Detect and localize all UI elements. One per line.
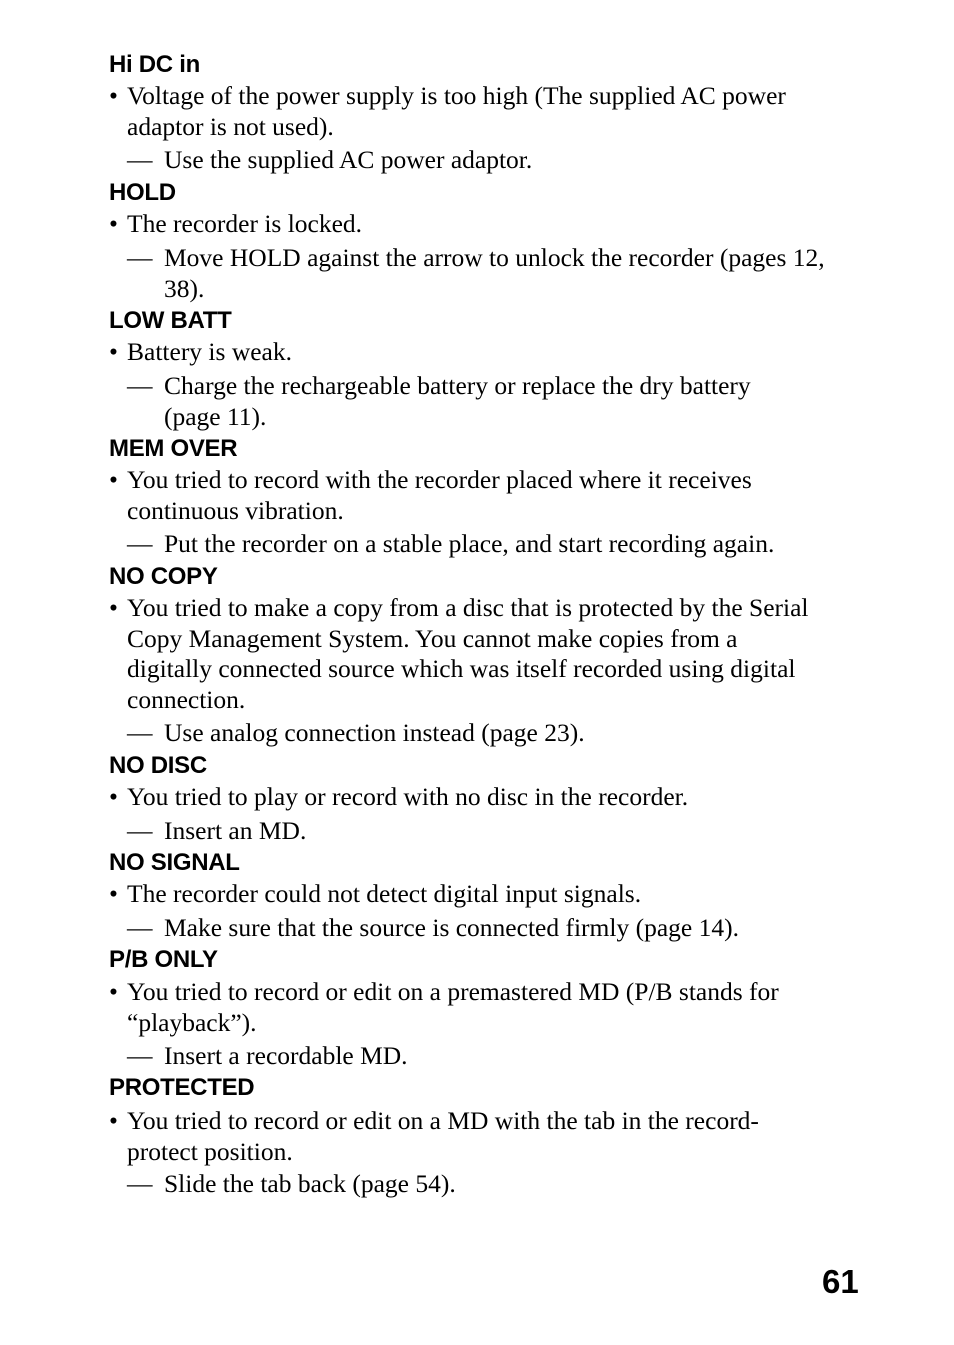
cause-text: You tried to play or record with no disc… bbox=[127, 782, 689, 811]
entry-heading-protected: PROTECTED bbox=[109, 1074, 255, 1101]
entry-cause: • You tried to record or edit on a prema… bbox=[109, 977, 869, 1038]
entry-cause: • You tried to play or record with no di… bbox=[109, 782, 869, 813]
cause-text: You tried to make a copy from a disc tha… bbox=[127, 593, 809, 714]
bullet-icon: • bbox=[109, 977, 118, 1006]
remedy-text: Use analog connection instead (page 23). bbox=[164, 718, 585, 747]
bullet-icon: • bbox=[109, 465, 118, 494]
entry-remedy: — Move HOLD against the arrow to unlock … bbox=[127, 243, 867, 304]
entry-cause: • The recorder could not detect digital … bbox=[109, 879, 869, 910]
remedy-text: Insert an MD. bbox=[164, 816, 307, 845]
remedy-text: Charge the rechargeable battery or repla… bbox=[164, 371, 751, 431]
entry-heading-hi-dc-in: Hi DC in bbox=[109, 51, 200, 78]
page-number: 61 bbox=[822, 1263, 859, 1300]
cause-text: The recorder could not detect digital in… bbox=[127, 879, 642, 908]
entry-remedy: — Make sure that the source is connected… bbox=[127, 913, 867, 944]
em-dash-icon: — bbox=[127, 243, 153, 272]
entry-cause: • The recorder is locked. bbox=[109, 209, 869, 240]
cause-text: The recorder is locked. bbox=[127, 209, 363, 238]
em-dash-icon: — bbox=[127, 816, 153, 845]
em-dash-icon: — bbox=[127, 1169, 153, 1198]
em-dash-icon: — bbox=[127, 145, 153, 174]
entry-remedy: — Use analog connection instead (page 23… bbox=[127, 718, 867, 749]
entry-cause: • You tried to record with the recorder … bbox=[109, 465, 869, 526]
entry-cause: • Voltage of the power supply is too hig… bbox=[109, 81, 869, 142]
remedy-text: Put the recorder on a stable place, and … bbox=[164, 529, 775, 558]
manual-page: Hi DC in • Voltage of the power supply i… bbox=[0, 0, 954, 1345]
cause-text: You tried to record with the recorder pl… bbox=[127, 465, 752, 525]
bullet-icon: • bbox=[109, 782, 118, 811]
em-dash-icon: — bbox=[127, 718, 153, 747]
entry-remedy: — Slide the tab back (page 54). bbox=[127, 1169, 867, 1200]
bullet-icon: • bbox=[109, 209, 118, 238]
bullet-icon: • bbox=[109, 879, 118, 908]
bullet-icon: • bbox=[109, 593, 118, 622]
remedy-text: Move HOLD against the arrow to unlock th… bbox=[164, 243, 825, 303]
cause-text: You tried to record or edit on a premast… bbox=[127, 977, 779, 1037]
remedy-text: Make sure that the source is connected f… bbox=[164, 913, 739, 942]
entry-remedy: — Insert a recordable MD. bbox=[127, 1041, 867, 1072]
entry-cause: • You tried to make a copy from a disc t… bbox=[109, 593, 869, 715]
entry-heading-hold: HOLD bbox=[109, 179, 176, 206]
entry-remedy: — Put the recorder on a stable place, an… bbox=[127, 529, 867, 560]
entry-heading-no-copy: NO COPY bbox=[109, 563, 218, 590]
entry-heading-pb-only: P/B ONLY bbox=[109, 946, 218, 973]
em-dash-icon: — bbox=[127, 913, 153, 942]
entry-remedy: — Charge the rechargeable battery or rep… bbox=[127, 371, 867, 432]
entry-heading-low-batt: LOW BATT bbox=[109, 307, 232, 334]
remedy-text: Insert a recordable MD. bbox=[164, 1041, 408, 1070]
entry-heading-no-signal: NO SIGNAL bbox=[109, 849, 240, 876]
bullet-icon: • bbox=[109, 81, 118, 110]
cause-text: Battery is weak. bbox=[127, 337, 292, 366]
bullet-icon: • bbox=[109, 337, 118, 366]
em-dash-icon: — bbox=[127, 529, 153, 558]
cause-text: You tried to record or edit on a MD with… bbox=[127, 1106, 759, 1166]
bullet-icon: • bbox=[109, 1106, 118, 1135]
entry-heading-no-disc: NO DISC bbox=[109, 752, 207, 779]
entry-cause: • Battery is weak. bbox=[109, 337, 869, 368]
entry-heading-mem-over: MEM OVER bbox=[109, 435, 238, 462]
em-dash-icon: — bbox=[127, 1041, 153, 1070]
cause-text: Voltage of the power supply is too high … bbox=[127, 81, 786, 141]
entry-remedy: — Insert an MD. bbox=[127, 816, 867, 847]
em-dash-icon: — bbox=[127, 371, 153, 400]
entry-remedy: — Use the supplied AC power adaptor. bbox=[127, 145, 867, 176]
remedy-text: Use the supplied AC power adaptor. bbox=[164, 145, 533, 174]
entry-cause: • You tried to record or edit on a MD wi… bbox=[109, 1106, 869, 1167]
remedy-text: Slide the tab back (page 54). bbox=[164, 1169, 456, 1198]
